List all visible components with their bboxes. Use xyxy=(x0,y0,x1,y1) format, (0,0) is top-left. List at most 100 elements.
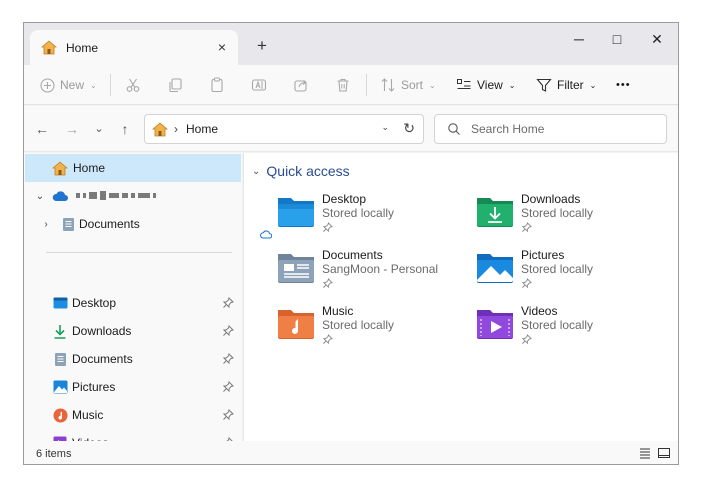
music-folder-icon xyxy=(278,310,314,339)
home-icon xyxy=(40,39,58,57)
sidebar-item-music[interactable]: Music xyxy=(24,401,240,429)
videos-folder-icon xyxy=(477,310,513,339)
breadcrumb[interactable]: Home xyxy=(186,122,218,136)
sidebar-item-label: Home xyxy=(73,161,106,175)
chevron-down-icon: ⌄ xyxy=(429,80,436,90)
folder-tile-pictures[interactable]: Pictures Stored locally xyxy=(475,246,665,296)
tiles-view-icon[interactable] xyxy=(657,446,671,460)
chevron-down-icon[interactable]: ⌄ xyxy=(381,122,389,133)
cut-button[interactable] xyxy=(125,73,141,97)
documents-icon xyxy=(60,216,76,232)
refresh-button[interactable]: ↻ xyxy=(403,120,415,137)
pin-icon xyxy=(322,334,333,345)
chevron-down-icon[interactable]: ⌄ xyxy=(34,191,46,202)
address-row: ← → ⌄ ↑ › Home ⌄ ↻ xyxy=(24,106,678,152)
home-icon xyxy=(52,160,68,176)
search-icon xyxy=(448,123,460,135)
rename-icon xyxy=(251,79,267,91)
sort-button[interactable]: Sort ⌄ xyxy=(380,73,436,97)
chevron-down-icon: ⌄ xyxy=(252,165,261,177)
home-icon xyxy=(152,120,170,138)
content-pane: ⌄ Quick access Desktop Stored locally Do… xyxy=(243,153,678,441)
address-bar[interactable]: › Home ⌄ ↻ xyxy=(144,114,424,144)
section-title: Quick access xyxy=(266,163,350,179)
music-icon xyxy=(52,407,68,423)
paste-button[interactable] xyxy=(209,73,225,97)
sidebar-item-label: Documents xyxy=(79,217,140,231)
close-window-button[interactable]: ✕ xyxy=(642,27,672,51)
folder-tile-music[interactable]: Music Stored locally xyxy=(276,302,466,352)
trash-icon xyxy=(337,78,349,92)
sidebar-item-label: Desktop xyxy=(72,296,117,310)
folder-tile-desktop[interactable]: Desktop Stored locally xyxy=(276,190,466,240)
downloads-folder-icon xyxy=(477,198,513,227)
sidebar-item-downloads[interactable]: Downloads xyxy=(24,317,240,345)
sidebar-item-label: Downloads xyxy=(72,324,132,338)
back-button[interactable]: ← xyxy=(32,119,52,139)
pin-icon[interactable] xyxy=(222,353,234,365)
recent-locations-button[interactable]: ⌄ xyxy=(89,119,109,139)
sidebar-item-pictures[interactable]: Pictures xyxy=(24,373,240,401)
folder-name: Desktop xyxy=(322,192,367,206)
pin-icon[interactable] xyxy=(222,297,234,309)
scissors-icon xyxy=(126,78,140,92)
sidebar-item-desktop[interactable]: Desktop xyxy=(24,289,240,317)
maximize-button[interactable]: □ xyxy=(602,27,632,51)
filter-button[interactable]: Filter ⌄ xyxy=(536,73,596,97)
sidebar-item-documents[interactable]: Documents xyxy=(24,345,240,373)
pin-icon[interactable] xyxy=(222,409,234,421)
search-box[interactable] xyxy=(434,114,667,144)
close-tab-icon[interactable]: × xyxy=(214,39,230,55)
view-button[interactable]: View ⌄ xyxy=(456,73,516,97)
pin-icon[interactable] xyxy=(222,325,234,337)
copy-button[interactable] xyxy=(167,73,183,97)
sidebar-item-documents-group[interactable]: › Documents xyxy=(24,210,240,238)
details-view-icon[interactable] xyxy=(638,446,652,460)
up-button[interactable]: ↑ xyxy=(115,119,135,139)
forward-button[interactable]: → xyxy=(62,119,82,139)
redacted-account-name xyxy=(76,191,156,200)
folder-tile-videos[interactable]: Videos Stored locally xyxy=(475,302,665,352)
sort-icon xyxy=(381,78,395,92)
delete-button[interactable] xyxy=(335,73,351,97)
documents-folder-icon xyxy=(278,254,314,283)
minimize-button[interactable]: ─ xyxy=(564,27,594,51)
rename-button[interactable] xyxy=(251,73,267,97)
chevron-down-icon: ⌄ xyxy=(508,80,516,90)
chevron-right-icon[interactable]: › xyxy=(40,219,52,230)
sidebar-item-home[interactable]: Home xyxy=(25,154,241,182)
title-bar: Home × + ─ □ ✕ xyxy=(24,23,678,65)
documents-icon xyxy=(52,351,68,367)
quick-access-header[interactable]: ⌄ Quick access xyxy=(252,163,350,179)
folder-location: SangMoon - Personal xyxy=(322,262,439,276)
folder-location: Stored locally xyxy=(521,206,594,220)
new-label: New xyxy=(60,78,85,92)
sidebar-item-label: Pictures xyxy=(72,380,116,394)
pin-icon[interactable] xyxy=(222,381,234,393)
sidebar-item-onedrive[interactable]: ⌄ xyxy=(24,182,240,210)
desktop-icon xyxy=(52,295,68,311)
view-label: View xyxy=(477,78,503,92)
folder-tile-documents[interactable]: Documents SangMoon - Personal xyxy=(276,246,466,296)
folder-location: Stored locally xyxy=(521,262,594,276)
new-tab-button[interactable]: + xyxy=(252,36,272,56)
pictures-folder-icon xyxy=(477,254,513,283)
folder-location: Stored locally xyxy=(521,318,594,332)
chevron-down-icon: ⌄ xyxy=(90,80,97,90)
file-explorer-window: Home × + ─ □ ✕ New ⌄ Sort ⌄ View ⌄ Filte… xyxy=(23,22,679,465)
folder-tile-downloads[interactable]: Downloads Stored locally xyxy=(475,190,665,240)
chevron-down-icon: ⌄ xyxy=(589,80,597,90)
share-icon xyxy=(294,80,307,92)
view-list-icon xyxy=(457,79,471,89)
plus-circle-icon xyxy=(40,77,55,93)
pin-icon xyxy=(521,278,532,289)
tab-home[interactable]: Home × xyxy=(30,30,238,65)
more-options-button[interactable]: ••• xyxy=(616,73,631,97)
search-input[interactable] xyxy=(471,122,651,136)
folder-location: Stored locally xyxy=(322,206,395,220)
sidebar-divider xyxy=(46,252,232,253)
share-button[interactable] xyxy=(293,73,309,97)
new-button[interactable]: New ⌄ xyxy=(40,73,97,97)
sidebar-item-label: Documents xyxy=(72,352,133,366)
sidebar-item-label: Music xyxy=(72,408,104,422)
